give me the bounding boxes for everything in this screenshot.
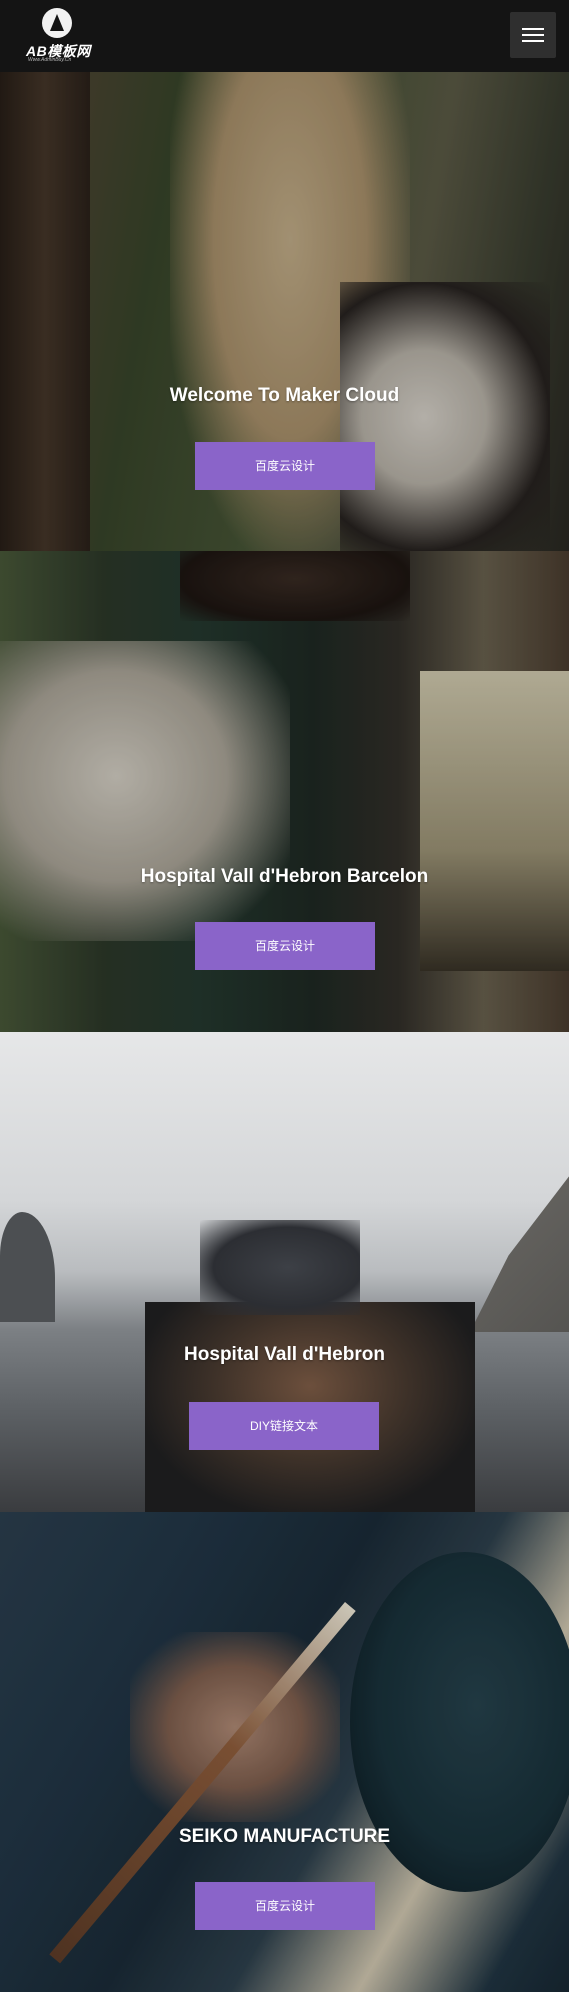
slide-title: Welcome To Maker Cloud — [169, 385, 400, 406]
hero-slide-3: Hospital Vall d'Hebron DIY链接文本 — [0, 1032, 569, 1512]
site-logo[interactable]: AB模板网 Www.AdminBuy.Cn — [22, 6, 92, 66]
slide-title: Hospital Vall d'Hebron — [184, 1344, 385, 1365]
top-navigation-bar: AB模板网 Www.AdminBuy.Cn — [0, 0, 569, 72]
logo-mark-icon — [42, 8, 72, 38]
background-mountain-image — [470, 1162, 569, 1332]
background-rock-image — [0, 1212, 55, 1322]
hamburger-menu-button[interactable] — [510, 12, 556, 58]
slide-cta-button[interactable]: 百度云设计 — [195, 442, 375, 490]
slide-cta-button[interactable]: 百度云设计 — [195, 1882, 375, 1930]
hero-slide-4: SEIKO MANUFACTURE 百度云设计 — [0, 1512, 569, 1992]
background-cap-image — [200, 1220, 360, 1315]
slide-cta-button[interactable]: 百度云设计 — [195, 922, 375, 970]
logo-subtext: Www.AdminBuy.Cn — [28, 57, 72, 63]
hamburger-menu-icon — [522, 28, 544, 30]
slide-cta-button[interactable]: DIY链接文本 — [189, 1402, 379, 1450]
slide-title: Hospital Vall d'Hebron Barcelon — [140, 866, 429, 887]
slide-title: SEIKO MANUFACTURE — [178, 1826, 391, 1847]
hero-slide-1: Welcome To Maker Cloud 百度云设计 — [0, 72, 569, 551]
hero-slide-2: Hospital Vall d'Hebron Barcelon 百度云设计 — [0, 551, 569, 1032]
